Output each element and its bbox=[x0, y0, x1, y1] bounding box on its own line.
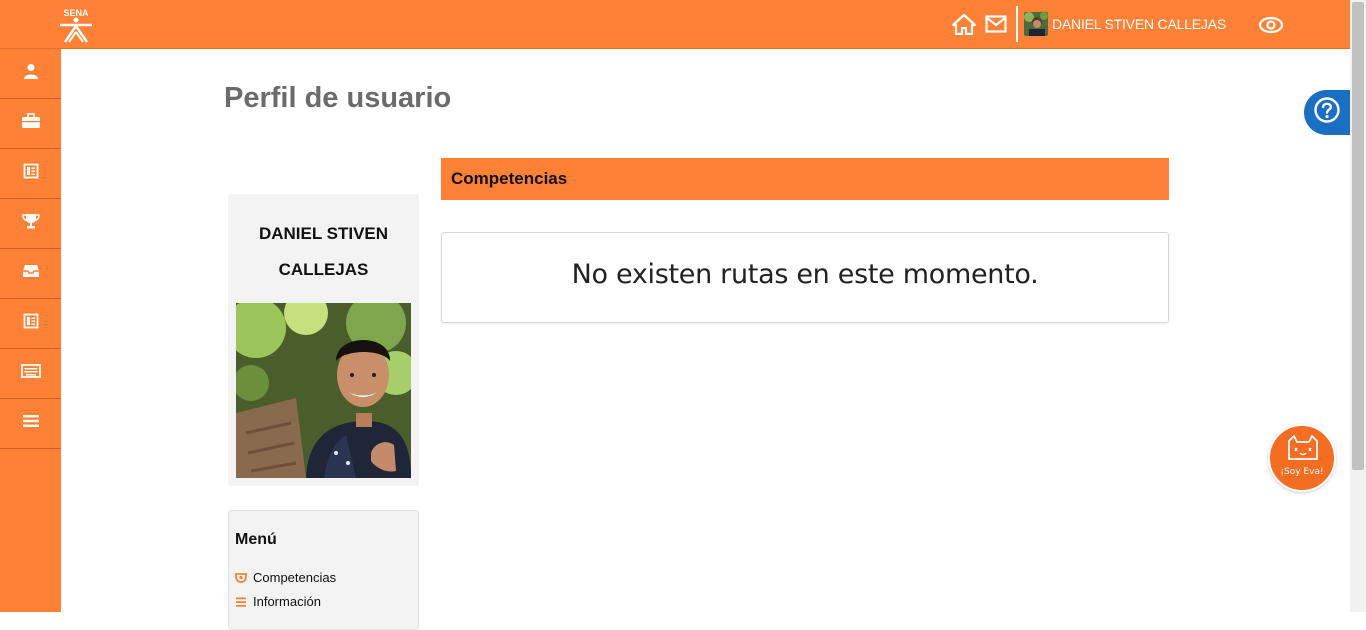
avatar[interactable] bbox=[1023, 12, 1048, 36]
header-separator bbox=[1015, 6, 1018, 42]
sena-logo[interactable]: SENA bbox=[56, 6, 96, 44]
list-icon bbox=[235, 596, 247, 608]
competencias-header: Competencias bbox=[441, 158, 1169, 200]
trophy-icon bbox=[21, 213, 40, 234]
empty-state: No existen rutas en este momento. bbox=[441, 232, 1169, 323]
menu-title: Menú bbox=[235, 531, 277, 548]
top-actions: DANIEL STIVEN CALLEJAS bbox=[944, 6, 1278, 42]
card-icon bbox=[23, 313, 39, 334]
sidebar-item-menu[interactable] bbox=[0, 399, 61, 449]
menu-item-label: Información bbox=[253, 594, 321, 609]
sidebar-item-briefcase[interactable] bbox=[0, 99, 61, 149]
sidebar-item-card-1[interactable] bbox=[0, 149, 61, 199]
card-icon bbox=[23, 163, 39, 184]
profile-photo bbox=[236, 303, 411, 478]
eva-label: ¡Soy Eva! bbox=[1280, 467, 1324, 477]
mail-icon[interactable] bbox=[984, 12, 1008, 36]
menu-item-label: Competencias bbox=[253, 570, 337, 585]
profile-menu: Menú Competencias Información bbox=[228, 510, 419, 630]
sidebar-item-inbox[interactable] bbox=[0, 249, 61, 299]
svg-text:SENA: SENA bbox=[63, 8, 89, 18]
menu-item-competencias[interactable]: Competencias bbox=[235, 570, 336, 585]
question-icon bbox=[1313, 96, 1341, 129]
help-button[interactable] bbox=[1304, 90, 1350, 135]
user-icon bbox=[23, 63, 39, 84]
badge-icon bbox=[235, 572, 247, 584]
empty-message: No existen rutas en este momento. bbox=[571, 259, 1039, 290]
profile-card: DANIEL STIVEN CALLEJAS bbox=[228, 194, 419, 486]
page-title: Perfil de usuario bbox=[224, 82, 452, 114]
sidebar bbox=[0, 49, 61, 612]
sidebar-item-card-2[interactable] bbox=[0, 299, 61, 349]
sidebar-item-profile[interactable] bbox=[0, 49, 61, 99]
sidebar-item-keyboard[interactable] bbox=[0, 349, 61, 399]
menu-item-informacion[interactable]: Información bbox=[235, 594, 321, 609]
sidebar-item-trophy[interactable] bbox=[0, 199, 61, 249]
eva-face-icon bbox=[1285, 435, 1321, 470]
eye-icon[interactable] bbox=[1258, 14, 1284, 36]
user-name[interactable]: DANIEL STIVEN CALLEJAS bbox=[1052, 16, 1226, 32]
top-bar: SENA DANIEL STIVEN CALLEJAS bbox=[0, 0, 1350, 49]
keyboard-icon bbox=[20, 364, 41, 383]
page-scrollbar[interactable] bbox=[1350, 0, 1366, 612]
scrollbar-thumb[interactable] bbox=[1352, 2, 1364, 470]
home-icon[interactable] bbox=[951, 12, 976, 36]
inbox-icon bbox=[22, 264, 40, 283]
eva-assistant-button[interactable]: ¡Soy Eva! bbox=[1268, 424, 1336, 492]
profile-name: DANIEL STIVEN CALLEJAS bbox=[258, 224, 389, 279]
competencias-title: Competencias bbox=[451, 169, 568, 188]
briefcase-icon bbox=[21, 113, 41, 134]
menu-icon bbox=[22, 414, 40, 433]
